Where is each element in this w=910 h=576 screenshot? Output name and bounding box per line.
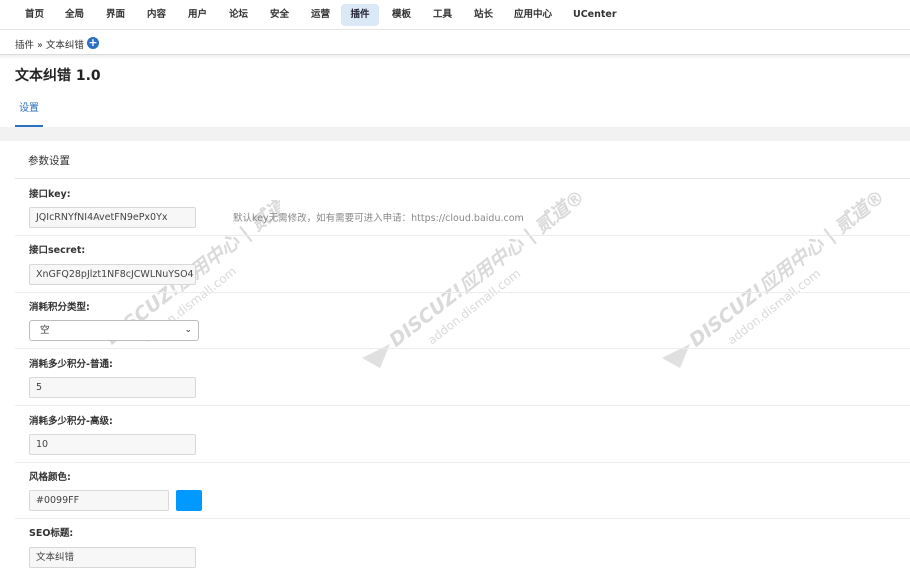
key-label: 接口key: [29, 189, 71, 200]
normal-credits-label: 消耗多少积分-普通: [29, 359, 113, 370]
top-nav: 首页 全局 界面 内容 用户 论坛 安全 运营 插件 模板 工具 站长 应用中心… [0, 0, 910, 30]
color-picker-swatch[interactable] [176, 490, 202, 511]
nav-item-ucenter[interactable]: UCenter [567, 4, 623, 26]
secret-input[interactable]: XnGFQ28pJlzt1NF8cJCWLNuYSO4 [29, 264, 196, 285]
credit-type-value: 空 [40, 325, 50, 336]
svg-text:addon.dismall.com: addon.dismall.com [425, 266, 523, 347]
key-input[interactable]: JQIcRNYfNI4AvetFN9ePx0Yx [29, 207, 196, 228]
credit-type-label: 消耗积分类型: [29, 302, 90, 313]
nav-item-app-center[interactable]: 应用中心 [508, 4, 558, 26]
secret-label: 接口secret: [29, 245, 86, 256]
watermark: DISCUZ!应用中心 | 贰道® addon.dismall.com [662, 186, 889, 368]
seo-title-label: SEO标题: [29, 528, 74, 539]
credit-type-select[interactable]: 空 ⌄ [29, 320, 199, 341]
add-icon[interactable]: + [87, 37, 99, 49]
normal-credits-input[interactable]: 5 [29, 377, 196, 398]
nav-item-users[interactable]: 用户 [182, 4, 213, 26]
nav-item-plugins[interactable]: 插件 [341, 4, 379, 26]
section-title: 参数设置 [28, 155, 70, 167]
nav-item-tools[interactable]: 工具 [427, 4, 458, 26]
divider [15, 462, 910, 463]
key-help-text: 默认key无需修改，如有需要可进入申请：https://cloud.baidu.… [233, 213, 524, 224]
breadcrumb: 插件 » 文本纠错 [15, 40, 84, 51]
nav-item-content[interactable]: 内容 [141, 4, 172, 26]
divider [15, 405, 910, 406]
color-label: 风格颜色: [29, 472, 71, 483]
tab-settings[interactable]: 设置 [15, 97, 43, 127]
chevron-down-icon: ⌄ [184, 325, 192, 335]
svg-text:addon.dismall.com: addon.dismall.com [725, 266, 823, 347]
divider [15, 348, 910, 349]
advanced-credits-label: 消耗多少积分-高级: [29, 416, 113, 427]
nav-item-interface[interactable]: 界面 [100, 4, 131, 26]
divider [15, 518, 910, 519]
nav-item-operations[interactable]: 运营 [305, 4, 336, 26]
section-header: 参数设置 [15, 141, 910, 179]
advanced-credits-input[interactable]: 10 [29, 434, 196, 455]
nav-item-security[interactable]: 安全 [264, 4, 295, 26]
svg-text:DISCUZ!应用中心 | 贰道®: DISCUZ!应用中心 | 贰道® [685, 186, 889, 352]
nav-item-forum[interactable]: 论坛 [223, 4, 254, 26]
nav-item-global[interactable]: 全局 [59, 4, 90, 26]
color-input[interactable]: #0099FF [29, 490, 169, 511]
nav-item-templates[interactable]: 模板 [386, 4, 417, 26]
nav-item-home[interactable]: 首页 [19, 4, 50, 26]
divider [0, 55, 910, 59]
seo-title-input[interactable]: 文本纠错 [29, 547, 196, 568]
divider [15, 235, 910, 236]
divider [0, 127, 910, 141]
breadcrumb-bar: 插件 » 文本纠错 + [0, 31, 910, 55]
divider [15, 292, 910, 293]
nav-item-webmaster[interactable]: 站长 [468, 4, 499, 26]
page-title: 文本纠错 1.0 [15, 68, 101, 84]
